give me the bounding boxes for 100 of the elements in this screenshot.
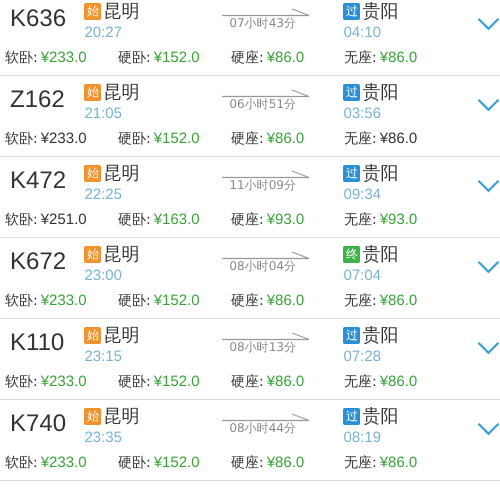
- seat-price: ¥152.0: [154, 292, 200, 309]
- seat-price: ¥86.0: [380, 454, 418, 471]
- seat-type: 无座:: [344, 131, 377, 147]
- arrival-time: 04:10: [343, 24, 382, 41]
- seat-price: ¥233.0: [40, 292, 87, 309]
- travel-duration: 06小时51分: [229, 96, 296, 113]
- travel-duration: 07小时43分: [229, 15, 296, 32]
- departure-time: 23:00: [84, 267, 123, 284]
- chevron-down-icon[interactable]: [477, 341, 500, 355]
- station-badge: 始: [84, 408, 102, 424]
- chevron-down-icon[interactable]: [477, 98, 500, 112]
- seat-type: 硬座:: [231, 131, 264, 147]
- seat-price: ¥86.0: [380, 292, 418, 309]
- train-row[interactable]: K472 始 昆明 22:25 11小时09分 过 贵阳 09:34 软卧: ¥251.0 硬卧: ¥163.0 硬座: ¥93.0 无座: ¥93.0: [0, 157, 500, 238]
- train-row[interactable]: K740 始 昆明 23:35 08小时44分 过 贵阳 08:19 软卧: ¥233.0 硬卧: ¥152.0 硬座: ¥86.0 无座: ¥86.0: [0, 400, 500, 481]
- station-name: 昆明: [103, 405, 140, 428]
- seat-price: ¥152.0: [154, 454, 200, 471]
- seat-price: ¥93.0: [380, 211, 418, 228]
- chevron-down-icon[interactable]: [477, 422, 500, 436]
- chevron-down-icon[interactable]: [477, 260, 500, 274]
- arrival-time: 08:19: [343, 429, 382, 446]
- seat-type: 软卧:: [5, 131, 38, 147]
- seat-price: ¥152.0: [154, 130, 200, 147]
- travel-duration: 08小时44分: [229, 420, 296, 437]
- seat-type: 硬座:: [231, 50, 264, 66]
- arrival-time: 09:34: [343, 186, 382, 203]
- seat-type: 硬卧:: [118, 374, 151, 390]
- arrival-time: 07:28: [343, 348, 382, 365]
- train-row[interactable]: K636 始 昆明 20:27 07小时43分 过 贵阳 04:10 软卧: ¥233.0 硬卧: ¥152.0 硬座: ¥86.0 无座: ¥86.0: [0, 0, 500, 76]
- seat-type: 硬座:: [231, 374, 264, 390]
- seat-type: 硬卧:: [118, 455, 151, 471]
- seat-price: ¥86.0: [380, 130, 418, 147]
- station-name: 昆明: [103, 324, 140, 347]
- seat-price: ¥233.0: [40, 373, 87, 390]
- station-name: 昆明: [103, 243, 140, 266]
- seat-type: 无座:: [344, 374, 377, 390]
- seat-price: ¥233.0: [40, 49, 87, 66]
- travel-duration: 08小时13分: [229, 339, 296, 356]
- train-number: K740: [9, 409, 68, 438]
- station-name: 贵阳: [362, 0, 398, 23]
- station-badge: 过: [343, 408, 360, 424]
- station-badge: 过: [343, 326, 360, 344]
- seat-price: ¥86.0: [266, 454, 304, 471]
- seat-price: ¥93.0: [266, 211, 304, 228]
- seat-type: 硬座:: [231, 212, 264, 228]
- seat-type: 硬座:: [231, 455, 264, 471]
- seat-type: 无座:: [344, 455, 377, 471]
- train-number: K472: [9, 166, 68, 195]
- seat-type: 软卧:: [5, 50, 38, 66]
- train-row[interactable]: Z162 始 昆明 21:05 06小时51分 过 贵阳 03:56 软卧: ¥233.0 硬卧: ¥152.0 硬座: ¥86.0 无座: ¥86.0: [0, 76, 500, 157]
- seat-type: 软卧:: [5, 293, 38, 309]
- station-badge: 始: [84, 246, 102, 262]
- seat-type: 无座:: [344, 212, 377, 228]
- arrival-time: 03:56: [343, 105, 382, 122]
- seat-type: 软卧:: [5, 374, 38, 390]
- station-badge: 始: [84, 164, 102, 182]
- seat-price: ¥86.0: [266, 49, 304, 66]
- seat-type: 无座:: [344, 50, 377, 66]
- seat-type: 硬卧:: [118, 131, 151, 147]
- travel-duration: 08小时04分: [229, 258, 296, 275]
- train-row[interactable]: K110 始 昆明 23:15 08小时13分 过 贵阳 07:28 软卧: ¥233.0 硬卧: ¥152.0 硬座: ¥86.0 无座: ¥86.0: [0, 319, 500, 400]
- seat-price: ¥86.0: [380, 373, 418, 390]
- departure-time: 21:05: [84, 105, 123, 122]
- seat-type: 软卧:: [5, 455, 38, 471]
- departure-time: 23:15: [84, 348, 123, 365]
- station-badge: 始: [84, 2, 102, 20]
- seat-type: 硬卧:: [118, 293, 151, 309]
- train-number: Z162: [9, 85, 66, 114]
- seat-type: 无座:: [344, 293, 377, 309]
- station-name: 昆明: [103, 81, 140, 104]
- station-name: 昆明: [103, 162, 140, 185]
- train-number: K636: [9, 4, 68, 33]
- train-number: K110: [9, 328, 66, 357]
- travel-duration: 11小时09分: [229, 177, 296, 194]
- station-badge: 过: [343, 84, 360, 100]
- station-name: 贵阳: [362, 81, 398, 104]
- station-name: 贵阳: [362, 162, 398, 185]
- seat-price: ¥152.0: [154, 373, 200, 390]
- chevron-down-icon[interactable]: [477, 179, 500, 193]
- train-row[interactable]: K672 始 昆明 23:00 08小时04分 终 贵阳 07:04 软卧: ¥233.0 硬卧: ¥152.0 硬座: ¥86.0 无座: ¥86.0: [0, 238, 500, 319]
- seat-price: ¥86.0: [266, 130, 304, 147]
- departure-time: 20:27: [84, 24, 123, 41]
- seat-type: 软卧:: [5, 212, 38, 228]
- departure-time: 23:35: [84, 429, 123, 446]
- seat-price: ¥233.0: [40, 130, 87, 147]
- seat-price: ¥86.0: [266, 292, 304, 309]
- seat-type: 硬座:: [231, 293, 264, 309]
- train-number: K672: [9, 247, 68, 276]
- departure-time: 22:25: [84, 186, 123, 203]
- seat-type: 硬卧:: [118, 50, 151, 66]
- seat-price: ¥163.0: [154, 211, 200, 228]
- station-badge: 终: [343, 246, 360, 262]
- seat-type: 硬卧:: [118, 212, 151, 228]
- station-badge: 始: [84, 326, 102, 344]
- seat-price: ¥86.0: [380, 49, 418, 66]
- station-badge: 始: [84, 84, 102, 100]
- seat-price: ¥86.0: [266, 373, 304, 390]
- chevron-down-icon[interactable]: [477, 17, 500, 31]
- station-name: 昆明: [103, 0, 140, 23]
- arrival-time: 07:04: [343, 267, 382, 284]
